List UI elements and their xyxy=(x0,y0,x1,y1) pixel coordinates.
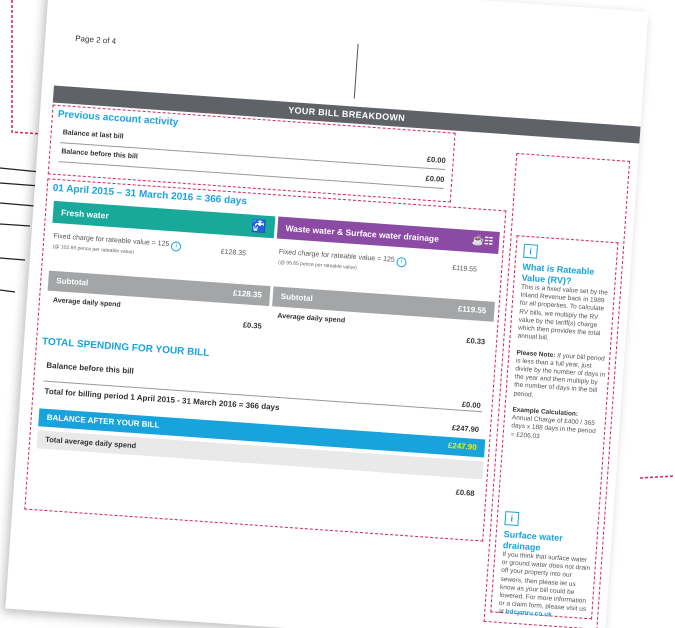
fold-line xyxy=(353,43,359,99)
rv-text: This is a fixed value set by the Inland … xyxy=(517,283,609,342)
waste-water-title: Waste water & Surface water drainage xyxy=(285,223,440,244)
waste-subtotal-label: Subtotal xyxy=(280,291,314,304)
fresh-water-title: Fresh water xyxy=(60,207,110,221)
example-text: Annual Charge of £400 / 365 days x 188 d… xyxy=(510,414,596,440)
fresh-subtotal-value: £128.35 xyxy=(232,288,263,300)
page-number: Page 2 of 4 xyxy=(74,33,117,46)
fresh-subtotal-label: Subtotal xyxy=(56,276,89,288)
waste-subtotal-value: £119.55 xyxy=(457,304,487,316)
bill-page: Page 2 of 4 YOUR BILL BREAKDOWN Previous… xyxy=(5,0,649,628)
info-icon: i xyxy=(523,243,539,259)
note-text: If your bill period is less than a full … xyxy=(513,351,606,399)
avg-daily-label: Total average daily spend xyxy=(44,434,137,451)
info-icon[interactable]: i xyxy=(170,241,182,252)
balance-after-value: £247.90 xyxy=(447,440,478,452)
drain-icon: ☕☷ xyxy=(471,235,494,248)
stage: Page 2 of 4 YOUR BILL BREAKDOWN Previous… xyxy=(0,0,675,628)
info-icon: i xyxy=(504,511,520,527)
tap-icon: 🚰 xyxy=(251,218,268,234)
rv-block: What is Rateable Value (RV)? This is a f… xyxy=(510,262,612,446)
sw-text: If you think that surface water or groun… xyxy=(498,550,591,616)
sw-block: Surface water drainage If you think that… xyxy=(498,529,594,623)
info-icon[interactable]: i xyxy=(396,256,407,268)
balance-after-label: BALANCE AFTER YOUR BILL xyxy=(46,412,160,430)
